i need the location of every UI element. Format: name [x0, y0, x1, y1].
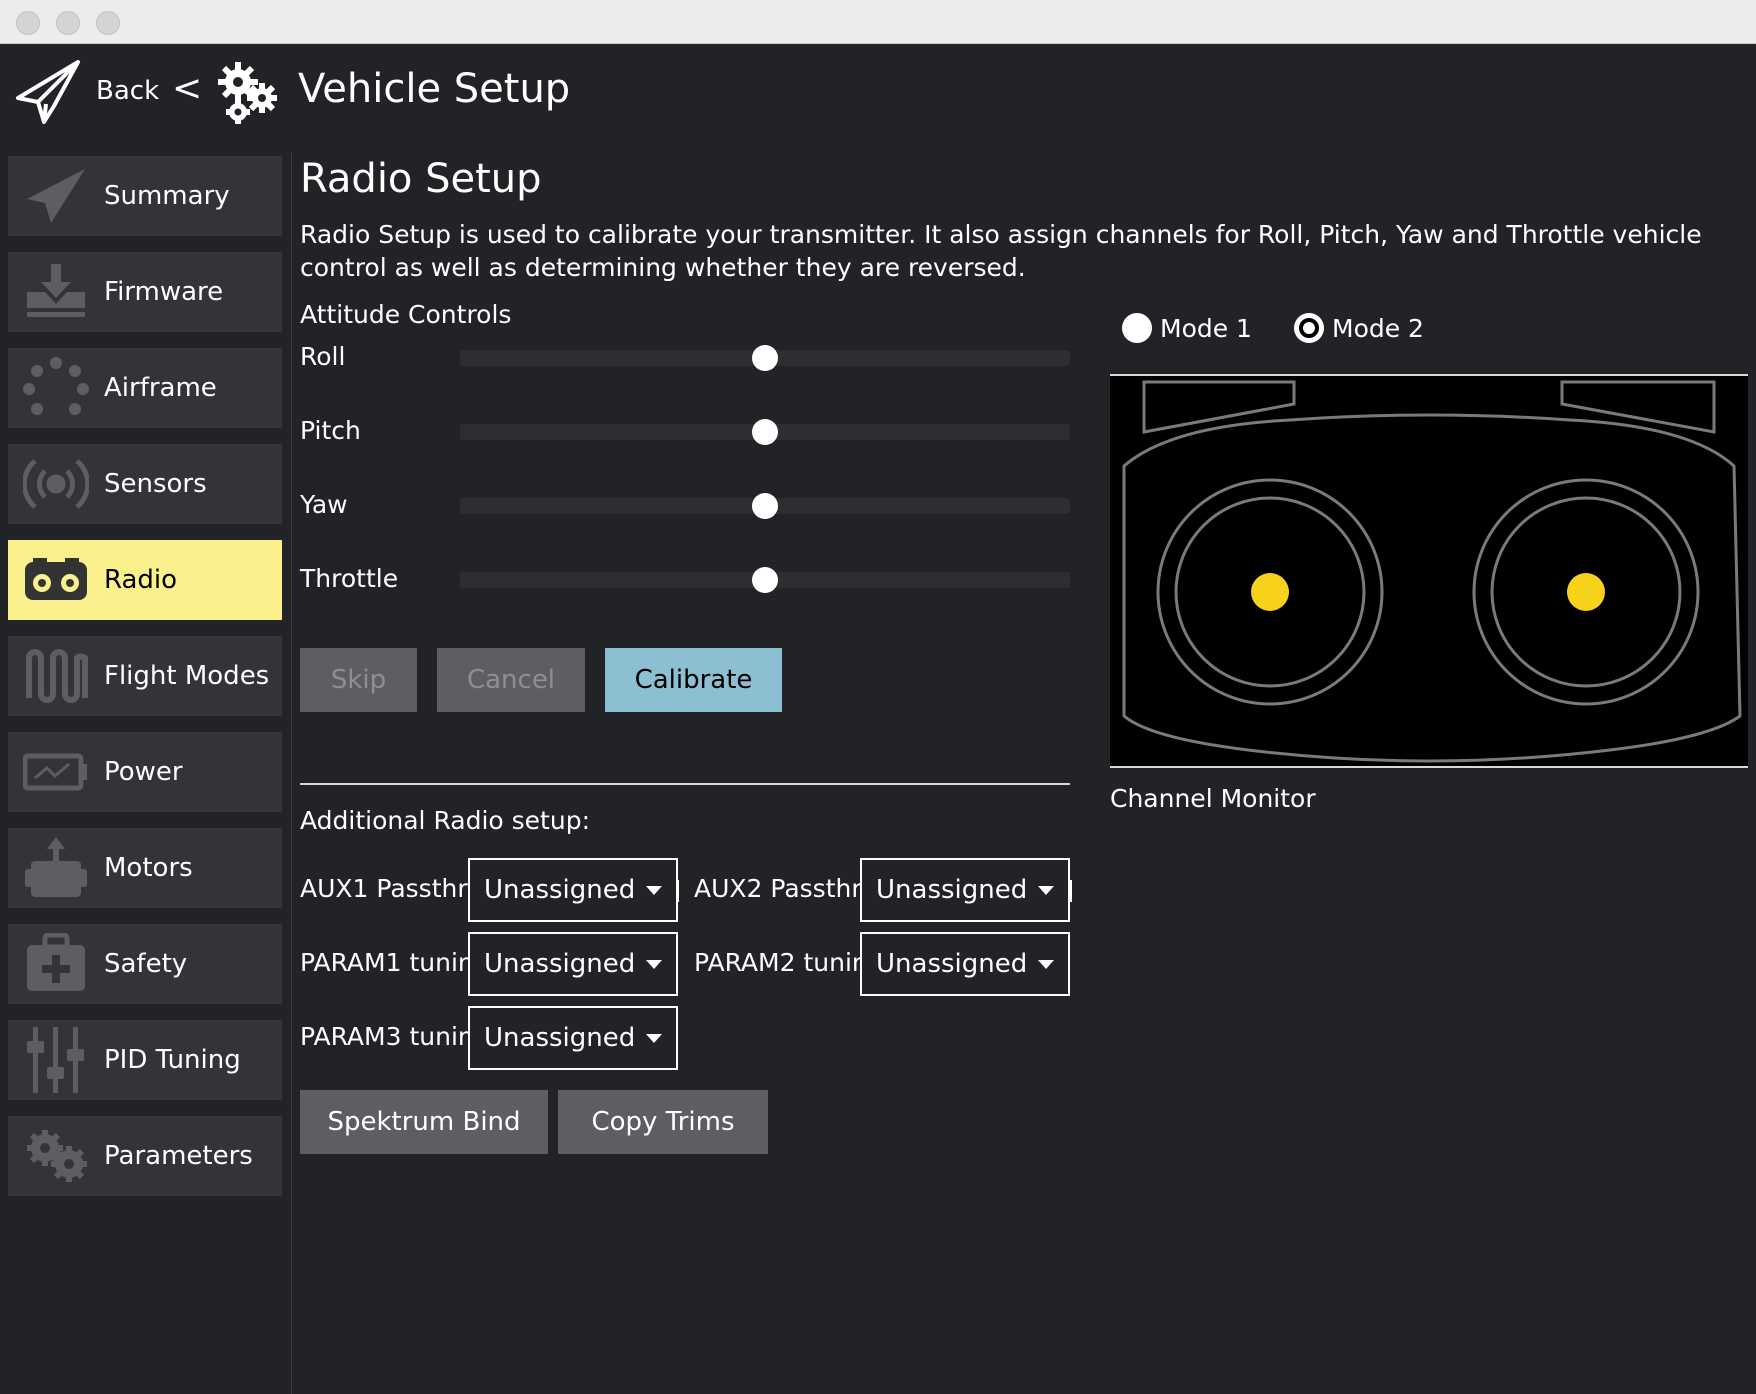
app-header: Back < Vehicle Setup: [0, 44, 1756, 152]
sensors-icon: [8, 444, 104, 524]
additional-radio-setup-heading: Additional Radio setup:: [300, 806, 590, 835]
pitch-channel-slider[interactable]: [460, 419, 1070, 445]
chevron-down-icon: [1038, 886, 1054, 895]
download-icon: [8, 252, 104, 332]
sidebar-item-radio[interactable]: Radio: [8, 540, 282, 620]
combo-value: Unassigned: [484, 875, 636, 905]
sidebar-item-summary[interactable]: Summary: [8, 156, 282, 236]
airframe-dots-icon: [8, 348, 104, 428]
gears-icon: [218, 62, 277, 124]
right-stick-indicator: [1567, 573, 1605, 611]
throttle-channel-slider[interactable]: [460, 567, 1070, 593]
motor-icon: [8, 828, 104, 908]
channel-monitor: [1110, 374, 1748, 768]
radio-circle: [1122, 313, 1152, 343]
left-stick-indicator: [1251, 573, 1289, 611]
chevron-down-icon: [1038, 960, 1054, 969]
channel-label-pitch: Pitch: [300, 416, 361, 445]
zoom-window-button[interactable]: [96, 11, 120, 35]
channel-label-throttle: Throttle: [300, 564, 399, 593]
sidebar-item-parameters[interactable]: Parameters: [8, 1116, 282, 1196]
radio-transmitter-icon: [8, 540, 104, 620]
page-title: Vehicle Setup: [298, 66, 571, 112]
flight-modes-wave-icon: [8, 636, 104, 716]
sidebar-item-flight-modes[interactable]: Flight Modes: [8, 636, 282, 716]
paper-plane-icon: [8, 156, 104, 236]
sidebar-item-label: Firmware: [104, 277, 224, 307]
sidebar-item-label: Summary: [104, 181, 230, 211]
sidebar-item-motors[interactable]: Motors: [8, 828, 282, 908]
chevron-down-icon: [646, 886, 662, 895]
channel-label-yaw: Yaw: [300, 490, 348, 519]
channel-monitor-label: Channel Monitor: [1110, 784, 1316, 813]
sidebar-item-label: Power: [104, 757, 183, 787]
roll-channel-slider[interactable]: [460, 345, 1070, 371]
aux1-passthrough-label: AUX1 Passthrough RC: [300, 874, 468, 903]
combo-value: Unassigned: [876, 949, 1028, 979]
attitude-controls-heading: Attitude Controls: [300, 300, 512, 329]
sidebar-item-label: Safety: [104, 949, 188, 979]
aux1-passthrough-select[interactable]: Unassigned: [468, 858, 678, 922]
radio-label: Mode 2: [1332, 313, 1424, 343]
param3-tuning-label: PARAM3 tuning: [300, 1022, 468, 1051]
window-titlebar: [0, 0, 1756, 44]
section-divider: [300, 783, 1070, 785]
battery-icon: [8, 732, 104, 812]
aux2-passthrough-label: AUX2 Passthrough RC: [694, 874, 860, 903]
label-overflow-mark: [677, 880, 679, 902]
sidebar-item-label: Sensors: [104, 469, 207, 499]
sidebar-item-safety[interactable]: Safety: [8, 924, 282, 1004]
sidebar-item-power[interactable]: Power: [8, 732, 282, 812]
mode-2-radio[interactable]: Mode 2: [1294, 313, 1424, 343]
slider-thumb[interactable]: [752, 493, 778, 519]
radio-label: Mode 1: [1160, 313, 1252, 343]
sidebar-item-airframe[interactable]: Airframe: [8, 348, 282, 428]
sidebar-item-label: PID Tuning: [104, 1045, 241, 1075]
calibrate-button[interactable]: Calibrate: [605, 648, 782, 712]
yaw-channel-slider[interactable]: [460, 493, 1070, 519]
slider-thumb[interactable]: [752, 419, 778, 445]
sidebar-item-label: Motors: [104, 853, 193, 883]
chevron-down-icon: [646, 960, 662, 969]
skip-button[interactable]: Skip: [300, 648, 417, 712]
sidebar-item-sensors[interactable]: Sensors: [8, 444, 282, 524]
copy-trims-button[interactable]: Copy Trims: [558, 1090, 768, 1154]
sidebar-item-label: Flight Modes: [104, 661, 270, 691]
label-overflow-mark: [1070, 880, 1072, 902]
aux2-passthrough-select[interactable]: Unassigned: [860, 858, 1070, 922]
section-description: Radio Setup is used to calibrate your tr…: [300, 220, 1702, 282]
slider-thumb[interactable]: [752, 567, 778, 593]
paper-plane-icon[interactable]: [14, 58, 82, 124]
sidebar: Summary Firmware Airframe Sensors Radio …: [0, 152, 292, 1394]
sidebar-item-label: Radio: [104, 565, 178, 595]
spektrum-bind-button[interactable]: Spektrum Bind: [300, 1090, 548, 1154]
sidebar-item-firmware[interactable]: Firmware: [8, 252, 282, 332]
param3-tuning-select[interactable]: Unassigned: [468, 1006, 678, 1070]
param1-tuning-label: PARAM1 tuning: [300, 948, 468, 977]
back-button[interactable]: Back: [96, 76, 159, 106]
param2-tuning-label: PARAM2 tuning: [694, 948, 860, 977]
radio-circle-selected: [1294, 313, 1324, 343]
sidebar-item-label: Parameters: [104, 1141, 253, 1171]
first-aid-kit-icon: [8, 924, 104, 1004]
transmitter-outline: [1122, 380, 1742, 763]
section-title: Radio Setup: [300, 156, 542, 202]
minimize-window-button[interactable]: [56, 11, 80, 35]
sidebar-item-pid-tuning[interactable]: PID Tuning: [8, 1020, 282, 1100]
breadcrumb-separator: <: [172, 68, 203, 109]
slider-thumb[interactable]: [752, 345, 778, 371]
sliders-icon: [8, 1020, 104, 1100]
param2-tuning-select[interactable]: Unassigned: [860, 932, 1070, 996]
cancel-button[interactable]: Cancel: [437, 648, 585, 712]
combo-value: Unassigned: [484, 949, 636, 979]
channel-label-roll: Roll: [300, 342, 346, 371]
sidebar-item-label: Airframe: [104, 373, 217, 403]
close-window-button[interactable]: [16, 11, 40, 35]
chevron-down-icon: [646, 1034, 662, 1043]
gears-icon: [8, 1116, 104, 1196]
mode-1-radio[interactable]: Mode 1: [1122, 313, 1252, 343]
combo-value: Unassigned: [876, 875, 1028, 905]
param1-tuning-select[interactable]: Unassigned: [468, 932, 678, 996]
combo-value: Unassigned: [484, 1023, 636, 1053]
